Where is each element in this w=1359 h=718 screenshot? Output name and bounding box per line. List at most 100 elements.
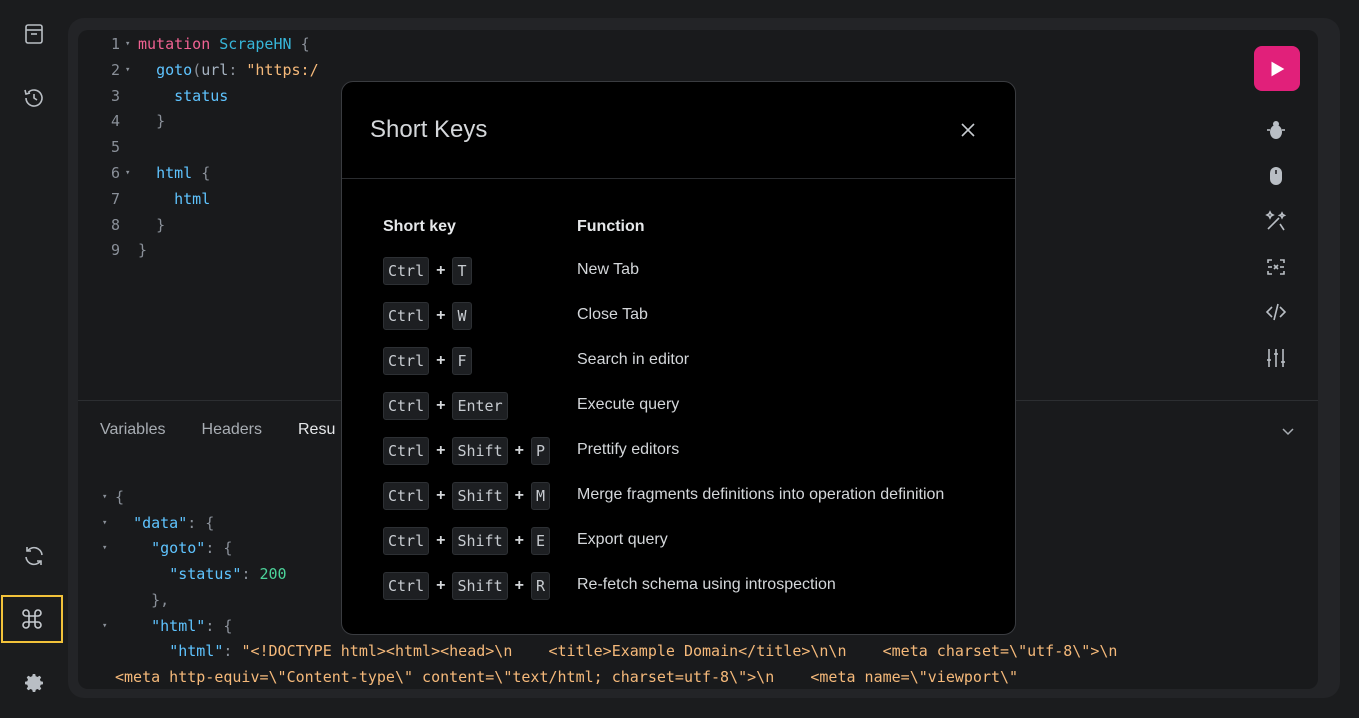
key-ctrl: Ctrl (383, 257, 430, 285)
key-combo: Ctrl + Shift + M (383, 481, 550, 511)
fold-arrow-icon[interactable]: ▾ (102, 484, 107, 510)
line-number: 6 (110, 164, 120, 182)
line-number: 5 (110, 138, 120, 157)
line-number: 1 (110, 35, 120, 53)
key-w: W (452, 302, 472, 330)
code-line: status (138, 83, 228, 109)
line-number: 8 (110, 215, 120, 234)
result-token: : { (205, 539, 233, 558)
result-token (115, 617, 151, 635)
code-export-button[interactable] (1262, 298, 1290, 326)
execute-query-button[interactable] (1254, 46, 1300, 91)
plus-sign: + (514, 577, 524, 594)
code-token: html (156, 164, 193, 182)
plus-sign: + (514, 487, 524, 504)
code-line: } (138, 237, 147, 263)
code-line: } (138, 212, 165, 238)
fold-arrow-icon[interactable]: ▾ (102, 613, 107, 639)
key-shift: Shift (452, 437, 508, 465)
shortcut-row: Ctrl + W Close Tab (383, 301, 983, 331)
history-icon (24, 89, 43, 107)
modal-title: Short Keys (370, 116, 488, 143)
shortcut-row: Ctrl + Enter Execute query (383, 391, 983, 421)
shortcut-function: Close Tab (577, 306, 648, 323)
modal-separator (342, 178, 1015, 179)
shortcut-row: Ctrl + Shift + P Prettify editors (383, 436, 983, 466)
result-line: "html": { (115, 613, 232, 639)
docs-button[interactable] (14, 14, 54, 54)
collapse-panel-button[interactable] (1280, 423, 1296, 439)
result-line: { (115, 484, 124, 510)
command-icon (22, 609, 42, 629)
tab-variables[interactable]: Variables (100, 421, 166, 443)
fold-arrow-icon[interactable]: ▾ (102, 510, 107, 536)
plus-sign: + (514, 532, 524, 549)
key-r: R (530, 572, 550, 600)
result-token: "data" (133, 513, 188, 532)
result-token (115, 591, 151, 609)
result-token: : (223, 642, 242, 661)
key-shift: Shift (452, 482, 508, 510)
settings-sliders-button[interactable] (1262, 344, 1290, 372)
chevron-down-icon (1282, 428, 1294, 436)
docs-icon (25, 24, 43, 44)
column-header-short-key: Short key (383, 218, 456, 235)
code-token: ( (192, 60, 202, 79)
code-token: goto (156, 60, 193, 79)
refetch-schema-button[interactable] (14, 536, 54, 576)
settings-button[interactable] (14, 663, 54, 703)
code-token: status (174, 86, 229, 105)
tab-resu[interactable]: Resu (298, 421, 335, 443)
code-token: url (201, 60, 229, 79)
code-token: { (300, 35, 310, 53)
result-token: "goto" (151, 539, 206, 558)
result-token: : { (187, 513, 215, 532)
tab-headers[interactable]: Headers (202, 421, 262, 443)
screenshot-button[interactable] (1262, 253, 1290, 281)
column-header-function: Function (577, 218, 645, 235)
line-number: 7 (110, 189, 120, 208)
code-token: ScrapeHN (219, 35, 292, 53)
code-token: } (156, 112, 166, 131)
close-icon (961, 123, 975, 137)
key-t: T (452, 257, 472, 285)
plus-sign: + (436, 487, 446, 504)
magic-wand-button[interactable] (1262, 207, 1290, 235)
code-token: mutation (138, 35, 211, 53)
result-token (115, 514, 133, 532)
short-keys-button[interactable] (1, 595, 63, 643)
line-number: 2 (110, 60, 120, 79)
settings-icon (25, 674, 43, 692)
code-line: html (138, 186, 210, 212)
result-token: : (241, 565, 260, 584)
shortcut-row: Ctrl + Shift + E Export query (383, 526, 983, 556)
fold-arrow-icon[interactable]: ▾ (125, 57, 130, 83)
fold-arrow-icon[interactable]: ▾ (125, 31, 130, 57)
shortcut-function: New Tab (577, 261, 639, 278)
debug-button[interactable] (1262, 116, 1290, 144)
close-button[interactable] (954, 116, 982, 144)
fold-arrow-icon[interactable]: ▾ (102, 535, 107, 561)
plus-sign: + (514, 442, 524, 459)
plus-sign: + (436, 532, 446, 549)
magic-wand-icon (1265, 210, 1287, 231)
key-combo: Ctrl + Shift + P (383, 436, 550, 466)
code-icon (1265, 303, 1287, 321)
sliders-icon (1267, 349, 1285, 367)
result-line: }, (115, 587, 169, 613)
history-button[interactable] (14, 78, 54, 118)
code-token: { (201, 164, 211, 182)
key-p: P (530, 437, 550, 465)
result-token: 200 (259, 565, 287, 584)
fold-arrow-icon[interactable]: ▾ (125, 160, 130, 186)
key-combo: Ctrl + W (383, 301, 472, 331)
key-ctrl: Ctrl (383, 572, 430, 600)
plus-sign: + (436, 577, 446, 594)
key-m: M (530, 482, 550, 510)
mouse-button[interactable] (1262, 162, 1290, 190)
short-keys-modal: Short Keys Short key Function Ctrl + T New … (341, 81, 1016, 635)
plus-sign: + (436, 352, 446, 369)
